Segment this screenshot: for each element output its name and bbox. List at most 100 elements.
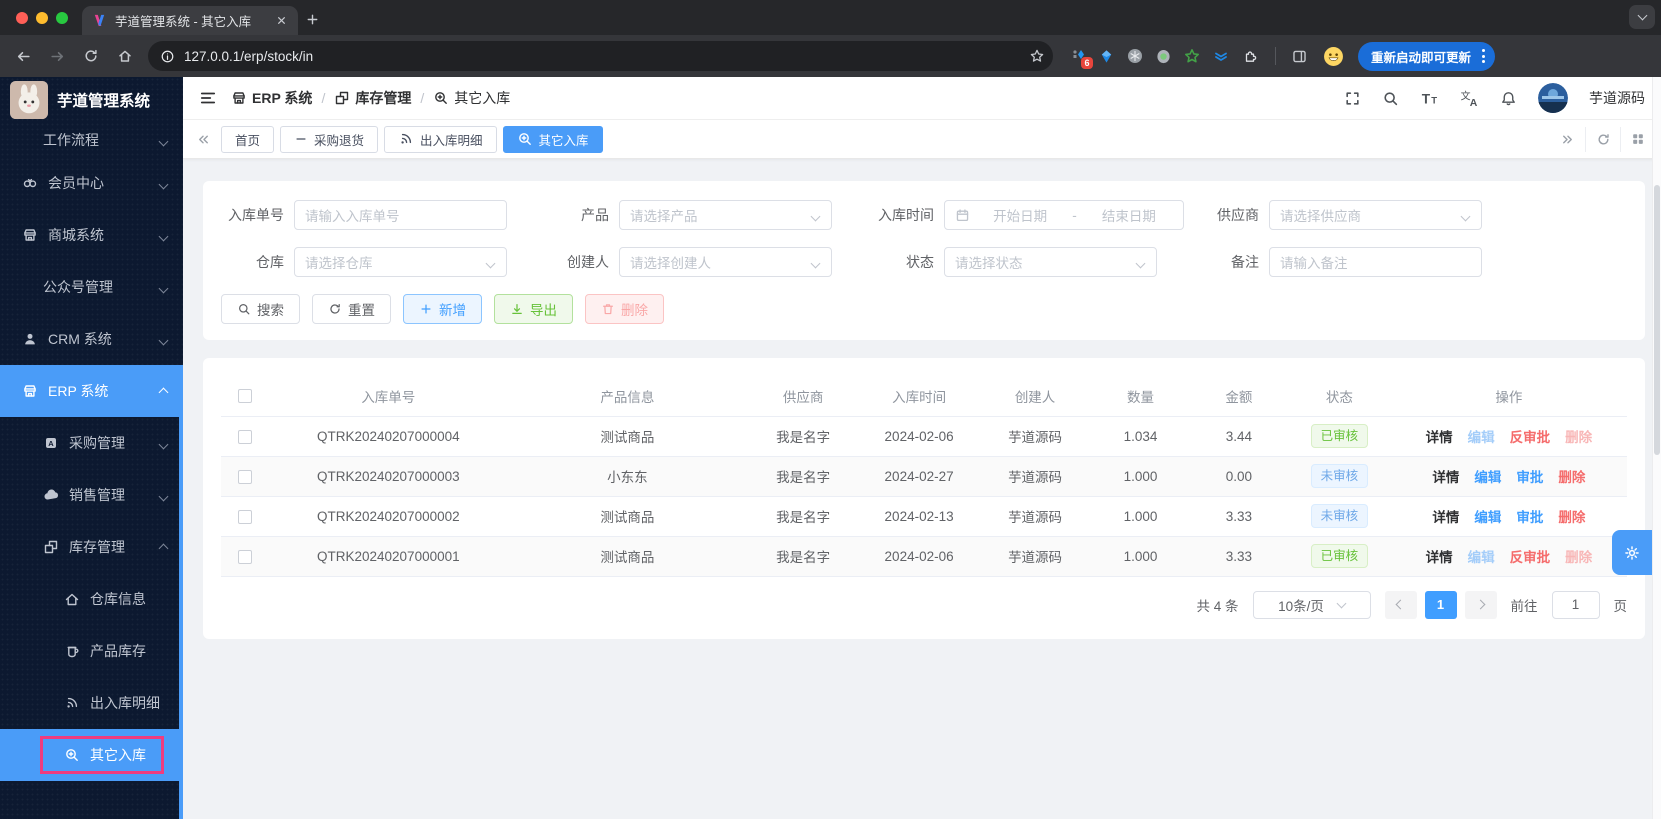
sidebar-item-erp-system[interactable]: ERP 系统 [0, 365, 183, 417]
extension-kite-icon[interactable] [1099, 49, 1114, 64]
creator-select[interactable]: 请选择创建人 [619, 247, 832, 277]
font-size-icon[interactable]: TT [1420, 89, 1439, 108]
row-checkbox[interactable] [238, 550, 252, 564]
page-size-select[interactable]: 10条/页 [1253, 591, 1371, 619]
address-bar[interactable]: 127.0.0.1/erp/stock/in [148, 41, 1053, 71]
row-action-编辑[interactable]: 编辑 [1468, 546, 1495, 566]
tags-scroll-right-icon[interactable] [1550, 127, 1585, 152]
fullscreen-icon[interactable] [1344, 90, 1361, 107]
collapse-menu-icon[interactable] [199, 89, 217, 107]
tags-scroll-left-icon[interactable] [191, 132, 215, 147]
product-select[interactable]: 请选择产品 [619, 200, 832, 230]
user-avatar[interactable] [1538, 83, 1568, 113]
page-1-button[interactable]: 1 [1425, 591, 1457, 619]
row-action-编辑[interactable]: 编辑 [1474, 466, 1501, 486]
tab-采购退货[interactable]: 采购退货 [280, 126, 378, 153]
row-action-详情[interactable]: 详情 [1426, 426, 1453, 446]
scrollbar-thumb[interactable] [1654, 185, 1660, 455]
row-action-删除[interactable]: 删除 [1565, 426, 1592, 446]
sidebar-item-member-center[interactable]: 会员中心 [0, 157, 183, 209]
sidebar-item-product-stock[interactable]: 产品库存 [0, 625, 183, 677]
sidebar-item-warehouse-info[interactable]: 仓库信息 [0, 573, 183, 625]
theme-settings-button[interactable] [1612, 530, 1652, 575]
breadcrumb-item[interactable]: 库存管理 [334, 88, 411, 108]
window-minimize-button[interactable] [36, 12, 48, 24]
browser-update-button[interactable]: 重新启动即可更新 [1358, 42, 1495, 71]
sidebar-item-purchase[interactable]: A采购管理 [0, 417, 183, 469]
extension-star-icon[interactable] [1184, 48, 1200, 64]
sidebar-item-crm-system[interactable]: CRM 系统 [0, 313, 183, 365]
tab-出入库明细[interactable]: 出入库明细 [384, 126, 497, 153]
row-action-删除[interactable]: 删除 [1558, 466, 1585, 486]
page-scrollbar[interactable] [1652, 77, 1661, 819]
sidebar-item-sales[interactable]: 销售管理 [0, 469, 183, 521]
row-action-详情[interactable]: 详情 [1432, 506, 1459, 526]
side-panel-icon[interactable] [1284, 41, 1314, 71]
goto-page-input[interactable] [1552, 591, 1600, 619]
sidebar-item-stock-record[interactable]: 出入库明细 [0, 677, 183, 729]
row-action-删除[interactable]: 删除 [1565, 546, 1592, 566]
forward-icon[interactable] [42, 41, 72, 71]
browser-tab[interactable]: 芋道管理系统 - 其它入库 [82, 6, 298, 35]
app-logo[interactable]: 芋道管理系统 [0, 77, 183, 123]
translate-icon[interactable]: 文A [1460, 89, 1479, 108]
row-action-审批[interactable]: 审批 [1516, 466, 1543, 486]
search-button[interactable]: 搜索 [221, 294, 300, 324]
window-zoom-button[interactable] [56, 12, 68, 24]
row-action-详情[interactable]: 详情 [1432, 466, 1459, 486]
row-checkbox[interactable] [238, 470, 252, 484]
status-select[interactable]: 请选择状态 [944, 247, 1157, 277]
site-info-icon[interactable] [160, 49, 175, 64]
breadcrumb-item[interactable]: ERP 系统 [231, 88, 312, 108]
breadcrumb-item[interactable]: 其它入库 [433, 88, 510, 108]
row-action-反审批[interactable]: 反审批 [1510, 546, 1551, 566]
row-action-详情[interactable]: 详情 [1426, 546, 1453, 566]
bookmark-star-icon[interactable] [1029, 48, 1045, 64]
extensions-puzzle-icon[interactable] [1242, 48, 1258, 64]
tab-其它入库[interactable]: 其它入库 [503, 126, 603, 153]
row-action-编辑[interactable]: 编辑 [1474, 506, 1501, 526]
delete-button[interactable]: 删除 [585, 294, 664, 324]
in-time-daterange[interactable]: 开始日期-结束日期 [944, 200, 1184, 230]
row-action-反审批[interactable]: 反审批 [1510, 426, 1551, 446]
sidebar-item-stock[interactable]: 库存管理 [0, 521, 183, 573]
browser-menu-icon[interactable] [1478, 49, 1489, 63]
tab-search-button[interactable] [1629, 5, 1655, 29]
row-checkbox[interactable] [238, 430, 252, 444]
reload-icon[interactable] [76, 41, 106, 71]
tab-首页[interactable]: 首页 [221, 126, 274, 153]
order-no-input[interactable]: 请输入入库单号 [294, 200, 507, 230]
tab-close-icon[interactable] [275, 14, 288, 27]
row-checkbox[interactable] [238, 510, 252, 524]
refresh-page-icon[interactable] [1585, 127, 1620, 152]
row-action-编辑[interactable]: 编辑 [1468, 426, 1495, 446]
sidebar-item-stock-in[interactable]: 其它入库 [0, 729, 183, 781]
select-all-checkbox[interactable] [238, 389, 252, 403]
sidebar-item-mall-system[interactable]: 商城系统 [0, 209, 183, 261]
extension-devtools-icon[interactable]: 6 [1070, 48, 1086, 64]
supplier-select[interactable]: 请选择供应商 [1269, 200, 1482, 230]
extension-snowflake-icon[interactable] [1127, 48, 1143, 64]
remark-input[interactable]: 请输入备注 [1269, 247, 1482, 277]
prev-page-button[interactable] [1385, 591, 1417, 619]
search-icon[interactable] [1382, 90, 1399, 107]
chevron-down-icon [159, 336, 169, 346]
back-icon[interactable] [8, 41, 38, 71]
sidebar-item-workflow[interactable]: 工作流程 [0, 123, 183, 157]
notification-bell-icon[interactable] [1500, 90, 1517, 107]
sidebar-item-official-account[interactable]: 公众号管理 [0, 261, 183, 313]
new-tab-button[interactable] [298, 5, 326, 33]
next-page-button[interactable] [1465, 591, 1497, 619]
warehouse-select[interactable]: 请选择仓库 [294, 247, 507, 277]
window-close-button[interactable] [16, 12, 28, 24]
reset-button[interactable]: 重置 [312, 294, 391, 324]
layout-grid-icon[interactable] [1620, 127, 1655, 152]
home-icon[interactable] [110, 41, 140, 71]
extension-proxy-icon[interactable] [1156, 49, 1171, 64]
profile-avatar-icon[interactable] [1318, 41, 1348, 71]
row-action-审批[interactable]: 审批 [1516, 506, 1543, 526]
row-action-删除[interactable]: 删除 [1558, 506, 1585, 526]
add-button[interactable]: 新增 [403, 294, 482, 324]
extension-layers-icon[interactable] [1213, 48, 1229, 64]
export-button[interactable]: 导出 [494, 294, 573, 324]
